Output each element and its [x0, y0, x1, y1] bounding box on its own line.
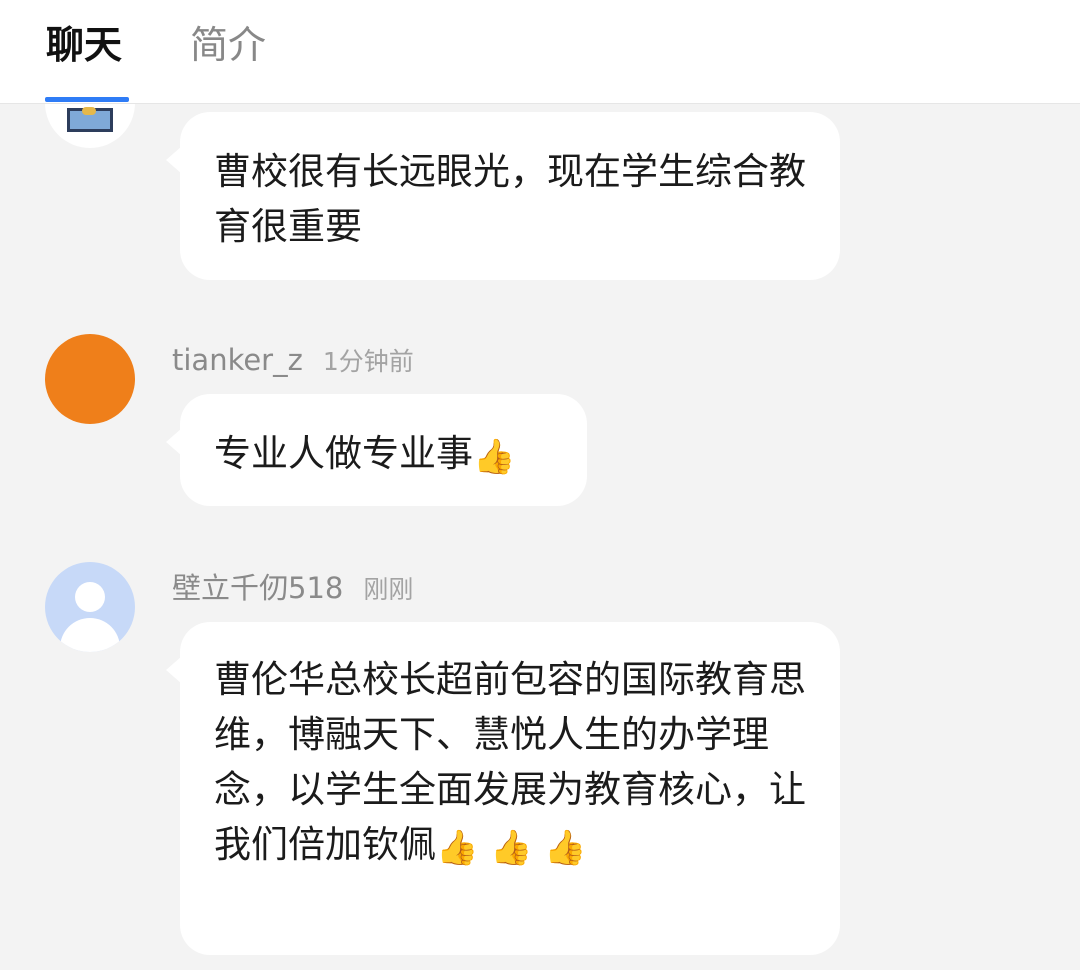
message-meta: 壁立千仞518 刚刚 [172, 568, 413, 610]
thumbs-up-icon: 👍 [544, 828, 587, 868]
message-text: 曹校很有长远眼光，现在学生综合教育很重要 [214, 150, 806, 248]
message-bubble[interactable]: 专业人做专业事👍 [166, 394, 587, 506]
avatar-image-icon [67, 107, 113, 132]
thumbs-up-icon: 👍 [490, 828, 533, 868]
chat-feed[interactable]: 曹校很有长远眼光，现在学生综合教育很重要 tianker_z 1分钟前 专业人做专… [0, 103, 1080, 970]
thumbs-up-icon: 👍 [436, 828, 479, 868]
message-text: 专业人做专业事 [214, 432, 473, 475]
avatar[interactable] [45, 562, 135, 652]
message-time: 1分钟前 [322, 347, 414, 376]
tab-intro[interactable]: 简介 [190, 20, 266, 70]
message-meta: tianker_z 1分钟前 [172, 340, 414, 382]
message-bubble[interactable]: 曹伦华总校长超前包容的国际教育思维，博融天下、慧悦人生的办学理念，以学生全面发展… [166, 622, 840, 955]
thumbs-up-icon: 👍 [473, 437, 516, 477]
username[interactable]: tianker_z [172, 343, 303, 377]
active-tab-indicator [45, 97, 129, 102]
avatar[interactable] [45, 103, 135, 148]
top-tab-bar: 聊天 简介 [0, 0, 1080, 104]
message-bubble[interactable]: 曹校很有长远眼光，现在学生综合教育很重要 [166, 112, 840, 280]
default-avatar-icon [75, 582, 105, 612]
default-avatar-body [60, 618, 120, 652]
tab-chat[interactable]: 聊天 [46, 20, 122, 70]
username[interactable]: 壁立千仞518 [172, 571, 343, 605]
message-time: 刚刚 [363, 575, 414, 604]
avatar[interactable] [45, 334, 135, 424]
